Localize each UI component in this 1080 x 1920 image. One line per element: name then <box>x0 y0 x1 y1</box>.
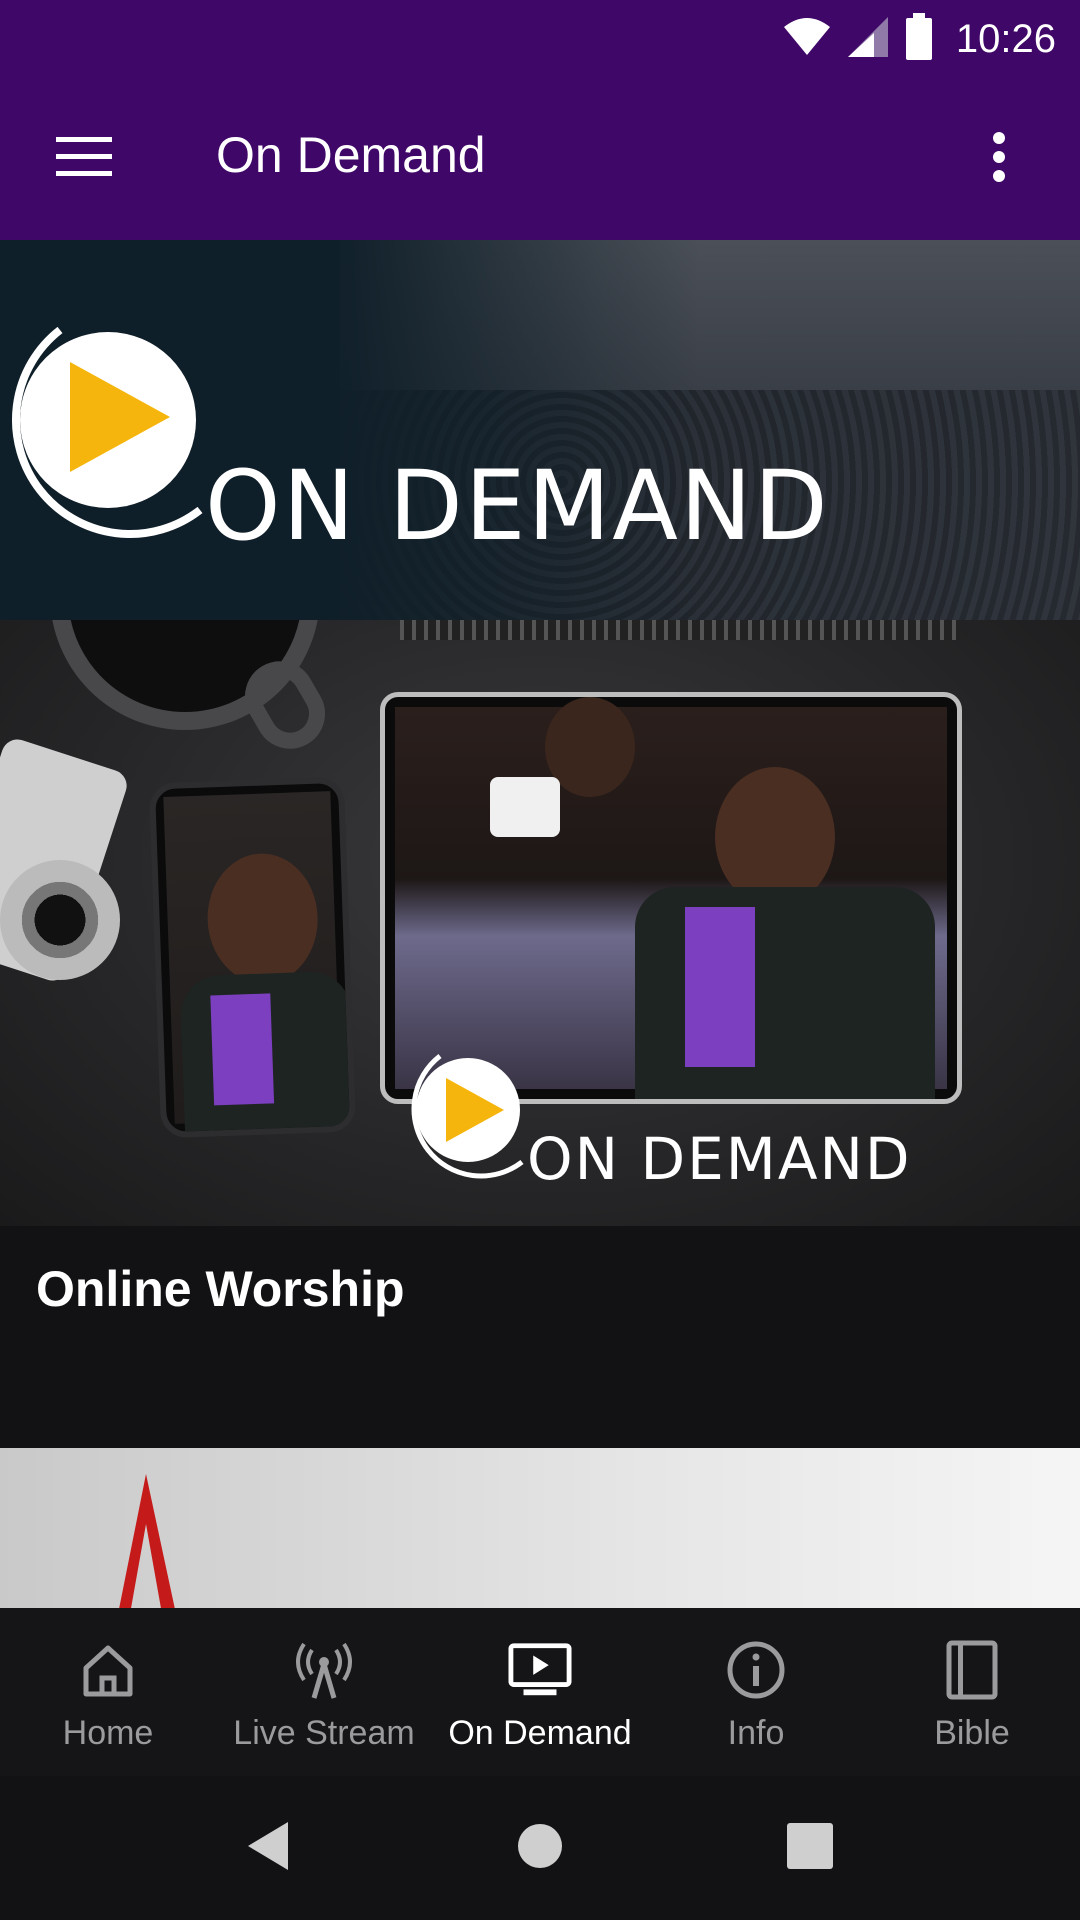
nav-label-info: Info <box>727 1714 785 1752</box>
more-vert-icon <box>992 131 1006 187</box>
nav-label-live-stream: Live Stream <box>233 1714 415 1752</box>
broadcast-tower-icon <box>292 1638 356 1702</box>
media-card-next[interactable] <box>0 1448 1080 1608</box>
menu-button[interactable] <box>36 114 132 204</box>
battery-icon <box>904 12 934 66</box>
nav-label-home: Home <box>62 1714 154 1752</box>
red-triangle-logo <box>118 1474 178 1608</box>
status-time: 10:26 <box>955 16 1056 61</box>
cell-signal-icon <box>846 15 890 64</box>
on-demand-banner: ON DEMAND <box>0 240 1080 620</box>
nav-item-bible[interactable]: Bible <box>864 1608 1080 1776</box>
tablet-mockup <box>380 692 962 1104</box>
system-navigation-bar <box>0 1776 1080 1920</box>
banner-title: ON DEMAND <box>205 450 830 562</box>
hamburger-menu-icon <box>56 136 112 182</box>
tv-play-icon <box>508 1638 572 1702</box>
nav-item-home[interactable]: Home <box>0 1608 216 1776</box>
system-recents-button[interactable] <box>774 1812 846 1884</box>
play-circle-icon <box>0 320 210 545</box>
page-title: On Demand <box>216 127 486 183</box>
media-card-image: ON DEMAND <box>0 620 1080 1226</box>
home-circle-icon <box>517 1823 563 1874</box>
overflow-menu-button[interactable] <box>954 114 1044 204</box>
info-icon <box>724 1638 788 1702</box>
nav-item-live-stream[interactable]: Live Stream <box>216 1608 432 1776</box>
recents-icon <box>787 1822 833 1874</box>
phone-mockup <box>148 776 357 1139</box>
nav-item-on-demand[interactable]: On Demand <box>432 1608 648 1776</box>
media-card-title: Online Worship <box>36 1261 405 1317</box>
camera-lens <box>0 860 120 980</box>
notebook-spiral <box>400 620 960 640</box>
system-back-button[interactable] <box>232 1812 304 1884</box>
system-home-button[interactable] <box>504 1812 576 1884</box>
media-card-logo-text: ON DEMAND <box>527 1125 912 1193</box>
back-icon <box>244 1820 292 1877</box>
book-icon <box>940 1638 1004 1702</box>
wifi-icon <box>782 17 832 62</box>
media-card-online-worship[interactable]: ON DEMAND Online Worship <box>0 620 1080 1448</box>
home-icon <box>76 1638 140 1702</box>
play-circle-icon <box>400 1050 530 1185</box>
status-bar: 10:26 <box>0 0 1080 78</box>
bottom-navigation: Home Live Stream On Demand Info Bible <box>0 1608 1080 1776</box>
nav-label-bible: Bible <box>934 1714 1010 1752</box>
app-bar: On Demand <box>0 78 1080 240</box>
nav-label-on-demand: On Demand <box>448 1714 632 1752</box>
nav-item-info[interactable]: Info <box>648 1608 864 1776</box>
